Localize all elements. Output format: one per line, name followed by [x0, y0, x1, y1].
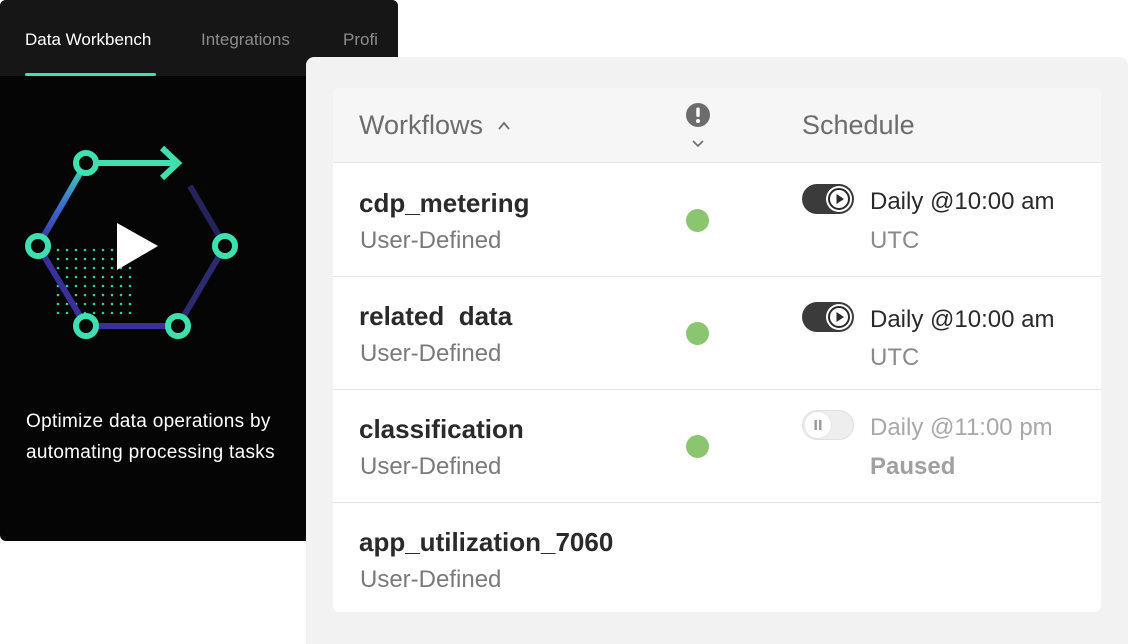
tagline: Optimize data operations by automating p…: [26, 411, 275, 463]
tab-integrations[interactable]: Integrations: [201, 30, 290, 50]
schedule-toggle[interactable]: [802, 302, 854, 332]
schedule-toggle[interactable]: [802, 184, 854, 214]
tab-profile[interactable]: Profi: [343, 30, 378, 50]
workflow-name[interactable]: related data: [359, 301, 512, 332]
table-row[interactable]: related data User-Defined Daily @10:00 a…: [333, 277, 1101, 390]
chevron-down-icon: [692, 140, 704, 148]
schedule-column-header[interactable]: Schedule: [802, 110, 915, 141]
status-indicator: [686, 209, 709, 232]
workflow-name[interactable]: app_utilization_7060: [359, 527, 613, 558]
workflow-type: User-Defined: [360, 227, 502, 254]
schedule-timezone: UTC: [870, 344, 920, 371]
workflow-name[interactable]: cdp_metering: [359, 188, 530, 219]
toggle-knob: [805, 412, 831, 438]
schedule-time: Daily @10:00 am: [870, 306, 1055, 333]
status-indicator: [686, 435, 709, 458]
workflows-header-label: Workflows: [359, 110, 484, 140]
table-row[interactable]: classification User-Defined Daily @11:00…: [333, 390, 1101, 503]
alert-icon: [686, 103, 710, 127]
chevron-up-icon[interactable]: [497, 119, 511, 133]
schedule-status: Paused: [870, 453, 956, 480]
schedule-time: Daily @10:00 am: [870, 188, 1055, 215]
workflow-hexagon-play-icon: [25, 145, 238, 339]
play-icon: [828, 306, 850, 328]
toggle-knob: [826, 304, 852, 330]
table-row[interactable]: cdp_metering User-Defined Daily @10:00 a…: [333, 164, 1101, 277]
alert-column-header[interactable]: [684, 102, 712, 152]
schedule-time: Daily @11:00 pm: [870, 414, 1053, 441]
toggle-knob: [826, 186, 852, 212]
schedule-toggle[interactable]: [802, 410, 854, 440]
workflows-table: Workflows Schedule cdp_metering User-Def…: [333, 88, 1101, 612]
play-icon: [828, 188, 850, 210]
workflow-name[interactable]: classification: [359, 414, 524, 445]
workflow-type: User-Defined: [360, 453, 502, 480]
pause-icon: [814, 420, 822, 430]
active-tab-indicator: [25, 73, 156, 76]
workflows-column-header[interactable]: Workflows: [359, 110, 511, 141]
workflow-type: User-Defined: [360, 566, 502, 593]
table-row[interactable]: app_utilization_7060 User-Defined: [333, 503, 1101, 612]
tab-data-workbench[interactable]: Data Workbench: [25, 30, 151, 50]
workflow-type: User-Defined: [360, 340, 502, 367]
status-indicator: [686, 322, 709, 345]
table-header: Workflows Schedule: [333, 88, 1101, 163]
workflows-panel: Workflows Schedule cdp_metering User-Def…: [306, 57, 1128, 644]
schedule-timezone: UTC: [870, 227, 920, 254]
